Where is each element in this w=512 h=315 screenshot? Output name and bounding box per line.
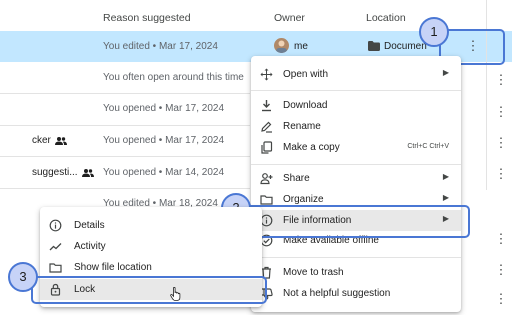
chevron-right-icon: ▶ [442,193,449,202]
row-file-name[interactable]: suggesti... [32,167,78,178]
row-location[interactable]: Documen [384,41,427,52]
more-actions-button[interactable]: ⋮ [494,262,508,278]
info-icon [49,219,62,232]
more-actions-button[interactable]: ⋮ [494,135,508,151]
column-header-owner[interactable]: Owner [274,12,305,24]
menu-divider [251,90,461,91]
menu-item-label: Download [283,100,328,111]
row-reason: You edited • Mar 17, 2024 [103,41,218,52]
menu-item-share[interactable]: Share ▶ [251,168,461,189]
row-divider [0,156,250,157]
menu-item-label: Rename [283,121,321,132]
menu-item-label: Organize [283,194,324,205]
column-header-location[interactable]: Location [366,12,406,24]
move-arrows-icon [260,68,273,81]
menu-item-move-to-trash[interactable]: Move to trash [251,262,461,283]
menu-item-label: Move to trash [283,267,344,278]
lock-highlight [31,276,267,304]
menu-item-make-copy[interactable]: Make a copy Ctrl+C Ctrl+V [251,137,461,158]
column-header-reason[interactable]: Reason suggested [103,12,191,24]
shared-people-icon [82,169,94,177]
context-menu: Open with ▶ Download Rename Make a copy … [251,56,461,312]
folder-icon [368,41,380,51]
copy-icon [260,141,273,154]
activity-trend-icon [49,240,62,253]
more-actions-button[interactable]: ⋮ [494,291,508,307]
menu-item-details[interactable]: Details [40,215,262,236]
row-reason: You often open around this time [103,72,244,83]
menu-item-label: Share [283,173,310,184]
menu-item-show-file-location[interactable]: Show file location [40,257,262,278]
shared-people-icon [55,137,67,145]
menu-item-label: Not a helpful suggestion [283,288,391,299]
shortcut-hint: Ctrl+C Ctrl+V [407,143,449,150]
menu-divider [251,257,461,258]
chevron-right-icon: ▶ [442,68,449,77]
row-owner: me [294,41,308,52]
pencil-icon [260,120,273,133]
chevron-right-icon: ▶ [442,172,449,181]
row-file-name[interactable]: cker [32,135,51,146]
menu-item-label: Activity [74,241,106,252]
callout-3: 3 [8,262,38,292]
row-reason: You opened • Mar 17, 2024 [103,103,225,114]
more-actions-button[interactable]: ⋮ [494,231,508,247]
more-actions-button[interactable]: ⋮ [494,166,508,182]
menu-item-download[interactable]: Download [251,95,461,116]
callout-1: 1 [419,17,449,47]
person-add-icon [260,172,273,185]
more-actions-button[interactable]: ⋮ [494,104,508,120]
avatar [274,38,289,53]
download-icon [260,99,273,112]
row-reason: You opened • Mar 14, 2024 [103,167,225,178]
row-reason: You opened • Mar 17, 2024 [103,135,225,146]
menu-item-open-with[interactable]: Open with ▶ [251,64,461,85]
more-actions-button[interactable]: ⋮ [466,38,480,54]
menu-item-rename[interactable]: Rename [251,116,461,137]
menu-item-label: Make a copy [283,142,340,153]
menu-item-not-helpful[interactable]: Not a helpful suggestion [251,283,461,304]
menu-item-label: Show file location [74,262,152,273]
hand-pointer-icon [170,287,182,301]
folder-outline-icon [49,261,62,274]
menu-item-activity[interactable]: Activity [40,236,262,257]
menu-item-label: Details [74,220,105,231]
menu-item-label: Open with [283,69,329,80]
more-actions-button[interactable]: ⋮ [494,72,508,88]
file-information-highlight [243,205,470,238]
menu-divider [251,164,461,165]
